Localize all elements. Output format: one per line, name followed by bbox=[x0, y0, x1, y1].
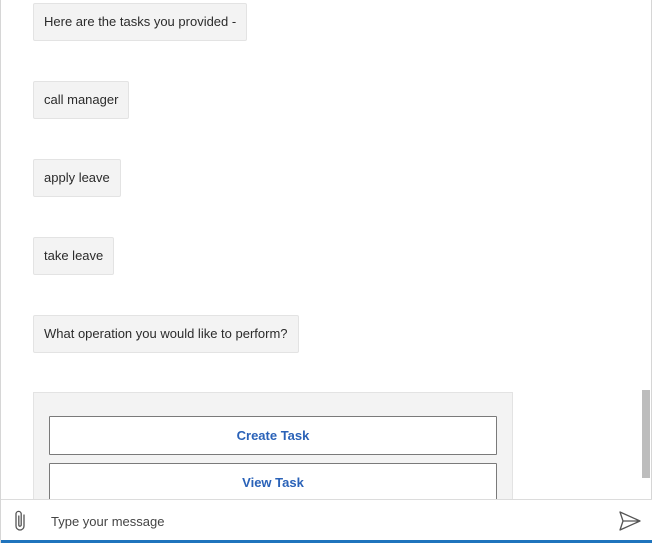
message-text: apply leave bbox=[44, 170, 110, 185]
bot-message: call manager bbox=[33, 81, 130, 119]
message-composer bbox=[1, 499, 652, 543]
chat-transcript[interactable]: Here are the tasks you provided - call m… bbox=[1, 0, 641, 499]
message-input[interactable] bbox=[49, 508, 593, 534]
scrollbar-thumb[interactable] bbox=[642, 390, 650, 478]
message-text: take leave bbox=[44, 248, 104, 263]
bot-message: Here are the tasks you provided - bbox=[33, 3, 248, 41]
view-task-button[interactable]: View Task bbox=[49, 463, 497, 499]
message-text: What operation you would like to perform… bbox=[44, 326, 288, 341]
message-text: call manager bbox=[44, 92, 119, 107]
bot-message: What operation you would like to perform… bbox=[33, 315, 299, 353]
action-card: Create Task View Task bbox=[33, 392, 513, 499]
message-text: Here are the tasks you provided - bbox=[44, 14, 237, 29]
bot-message: apply leave bbox=[33, 159, 121, 197]
chat-window: Here are the tasks you provided - call m… bbox=[0, 0, 652, 543]
create-task-button[interactable]: Create Task bbox=[49, 416, 497, 455]
transcript-scrollbar[interactable] bbox=[641, 0, 651, 499]
send-icon[interactable] bbox=[618, 510, 642, 532]
paperclip-icon[interactable] bbox=[11, 509, 31, 533]
bot-message: take leave bbox=[33, 237, 115, 275]
